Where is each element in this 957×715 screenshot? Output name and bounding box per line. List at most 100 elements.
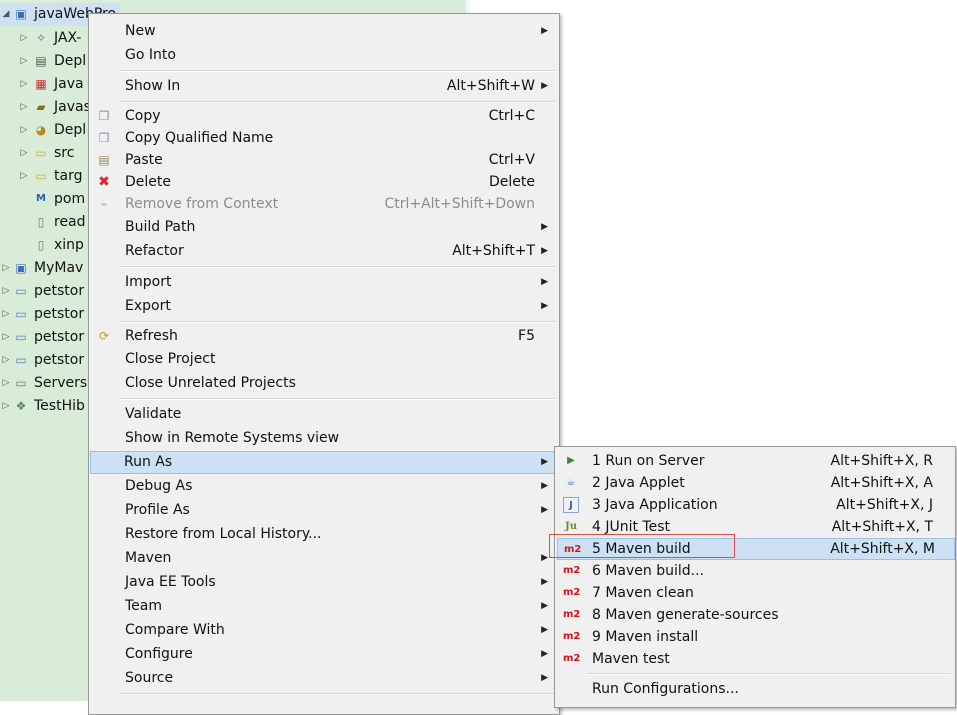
- menu-item-label: Refresh: [125, 328, 178, 344]
- submenu-arrow-icon: ▶: [541, 222, 548, 232]
- java-applet-icon: ☕: [566, 477, 576, 488]
- tree-item-label: Javas: [54, 99, 91, 115]
- menu-item-show-in-remote-systems[interactable]: Show in Remote Systems view: [91, 427, 557, 450]
- menu-item-paste[interactable]: ▤ Paste Ctrl+V: [91, 149, 557, 172]
- expand-arrow-icon[interactable]: ▷: [20, 165, 28, 188]
- expand-arrow-icon[interactable]: ▷: [2, 303, 10, 326]
- menu-item-label: Configure: [125, 646, 193, 662]
- expand-arrow-icon[interactable]: ◢: [2, 3, 10, 26]
- menu-item-label: Copy: [125, 108, 161, 124]
- submenu-item-maven-install[interactable]: m2 9 Maven install: [557, 626, 953, 648]
- menu-item-import[interactable]: Import ▶: [91, 271, 557, 294]
- menu-item-maven[interactable]: Maven ▶: [91, 547, 557, 570]
- submenu-item-label: 9 Maven install: [592, 629, 699, 645]
- submenu-item-shortcut: Alt+Shift+X, R: [830, 453, 933, 469]
- menu-item-source[interactable]: Source ▶: [91, 667, 557, 690]
- expand-arrow-icon[interactable]: ▷: [20, 96, 28, 119]
- expand-arrow-icon[interactable]: ▷: [2, 326, 10, 349]
- submenu-arrow-icon: ▶: [541, 673, 548, 683]
- menu-item-label: New: [125, 23, 156, 39]
- submenu-arrow-icon: ▶: [541, 277, 548, 287]
- menu-item-close-unrelated-projects[interactable]: Close Unrelated Projects: [91, 372, 557, 395]
- context-menu: New ▶ Go Into Show In Alt+Shift+W ▶ ❐ Co…: [88, 13, 560, 715]
- submenu-item-maven-test[interactable]: m2 Maven test: [557, 648, 953, 670]
- folder-icon: ▭: [35, 146, 47, 160]
- menu-item-copy-qualified-name[interactable]: ❐ Copy Qualified Name: [91, 127, 557, 150]
- menu-item-copy[interactable]: ❐ Copy Ctrl+C: [91, 105, 557, 128]
- expand-arrow-icon[interactable]: ▷: [2, 372, 10, 395]
- menu-item-debug-as[interactable]: Debug As ▶: [91, 475, 557, 498]
- copy-qualified-icon: ❐: [98, 131, 110, 145]
- tree-item-label: petstor: [34, 283, 85, 299]
- submenu-item-maven-generate-sources[interactable]: m2 8 Maven generate-sources: [557, 604, 953, 626]
- tree-item-label: TestHib: [34, 398, 85, 414]
- menu-separator: [587, 673, 951, 675]
- menu-item-show-in[interactable]: Show In Alt+Shift+W ▶: [91, 75, 557, 98]
- menu-item-profile-as[interactable]: Profile As ▶: [91, 499, 557, 522]
- submenu-item-label: Run Configurations...: [592, 681, 739, 697]
- paste-icon: ▤: [98, 153, 110, 167]
- submenu-arrow-icon: ▶: [541, 505, 548, 515]
- menu-item-team[interactable]: Team ▶: [91, 595, 557, 618]
- javascript-resources-icon: ▰: [36, 100, 46, 114]
- tree-item-label: Depl: [54, 53, 87, 69]
- menu-item-label: Compare With: [125, 622, 225, 638]
- submenu-item-label: 1 Run on Server: [592, 453, 705, 469]
- expand-arrow-icon[interactable]: ▷: [2, 257, 10, 280]
- submenu-item-run-configurations[interactable]: Run Configurations...: [557, 678, 953, 700]
- deployment-descriptor-icon: ▤: [35, 54, 47, 68]
- menu-item-refresh[interactable]: ⟳ Refresh F5: [91, 325, 557, 348]
- menu-separator: [119, 321, 555, 323]
- file-icon: ▯: [37, 215, 45, 229]
- junit-icon: Ju: [564, 521, 577, 532]
- tree-item-label: targ: [54, 168, 83, 184]
- submenu-item-maven-clean[interactable]: m2 7 Maven clean: [557, 582, 953, 604]
- tree-item-label: petstor: [34, 306, 85, 322]
- menu-item-delete[interactable]: ✖ Delete Delete: [91, 171, 557, 194]
- menu-item-go-into[interactable]: Go Into: [91, 44, 557, 67]
- menu-item-shortcut: Ctrl+C: [488, 108, 535, 124]
- menu-item-remove-from-context[interactable]: ⌁ Remove from Context Ctrl+Alt+Shift+Dow…: [91, 193, 557, 216]
- menu-item-configure[interactable]: Configure ▶: [91, 643, 557, 666]
- expand-arrow-icon[interactable]: ▷: [20, 119, 28, 142]
- tree-item-label: MyMav: [34, 260, 84, 276]
- menu-item-shortcut: F5: [518, 328, 535, 344]
- menu-item-validate[interactable]: Validate: [91, 403, 557, 426]
- menu-item-new[interactable]: New ▶: [91, 20, 557, 43]
- submenu-item-shortcut: Alt+Shift+X, T: [831, 519, 933, 535]
- menu-separator: [119, 266, 555, 268]
- menu-item-run-as[interactable]: Run As ▶: [90, 451, 558, 474]
- expand-arrow-icon[interactable]: ▷: [20, 142, 28, 165]
- expand-arrow-icon[interactable]: ▷: [20, 50, 28, 73]
- menu-item-refactor[interactable]: Refactor Alt+Shift+T ▶: [91, 240, 557, 263]
- menu-item-shortcut: Ctrl+V: [488, 152, 535, 168]
- submenu-item-label: 3 Java Application: [592, 497, 718, 513]
- expand-arrow-icon[interactable]: ▷: [20, 73, 28, 96]
- expand-arrow-icon[interactable]: ▷: [20, 27, 28, 50]
- expand-arrow-icon[interactable]: ▷: [2, 395, 10, 418]
- menu-item-java-ee-tools[interactable]: Java EE Tools ▶: [91, 571, 557, 594]
- file-icon: ▯: [37, 238, 45, 252]
- submenu-item-java-applet[interactable]: ☕ 2 Java Applet Alt+Shift+X, A: [557, 472, 953, 494]
- tree-item-label: read: [54, 214, 86, 230]
- menu-item-export[interactable]: Export ▶: [91, 295, 557, 318]
- menu-item-label: Show In: [125, 78, 181, 94]
- submenu-item-java-application[interactable]: J 3 Java Application Alt+Shift+X, J: [557, 494, 953, 516]
- menu-item-label: Show in Remote Systems view: [125, 430, 340, 446]
- expand-arrow-icon[interactable]: ▷: [2, 280, 10, 303]
- submenu-item-run-on-server[interactable]: ▶ 1 Run on Server Alt+Shift+X, R: [557, 450, 953, 472]
- maven-project-icon: ▣: [15, 261, 27, 275]
- menu-item-label: Go Into: [125, 47, 176, 63]
- menu-item-label: Paste: [125, 152, 163, 168]
- menu-item-label: Debug As: [125, 478, 193, 494]
- menu-item-build-path[interactable]: Build Path ▶: [91, 216, 557, 239]
- menu-item-label: Source: [125, 670, 174, 686]
- menu-item-restore-local-history[interactable]: Restore from Local History...: [91, 523, 557, 546]
- submenu-item-maven-build-dialog[interactable]: m2 6 Maven build...: [557, 560, 953, 582]
- menu-item-compare-with[interactable]: Compare With ▶: [91, 619, 557, 642]
- submenu-arrow-icon: ▶: [541, 457, 548, 467]
- menu-item-label: Maven: [125, 550, 172, 566]
- menu-item-close-project[interactable]: Close Project: [91, 348, 557, 371]
- expand-arrow-icon[interactable]: ▷: [2, 349, 10, 372]
- menu-separator: [119, 70, 555, 72]
